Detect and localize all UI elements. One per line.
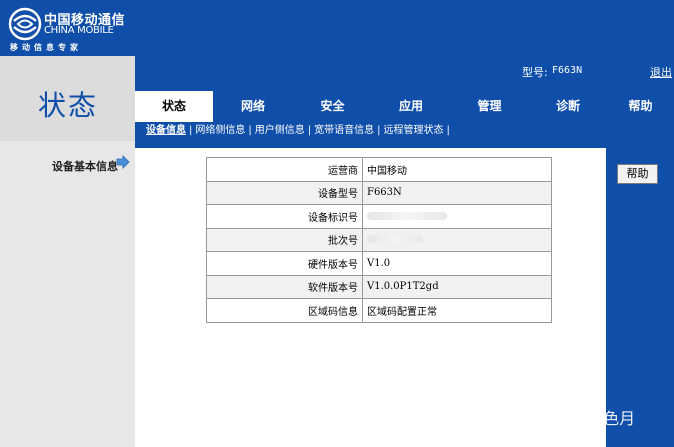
brand-name-en: CHINA MOBILE: [44, 25, 114, 36]
info-value: 中国移动: [362, 157, 552, 182]
table-row: 批次号: [206, 227, 552, 252]
tab-status[interactable]: 状态: [135, 91, 213, 122]
header-bar: 中国移动通信 CHINA MOBILE 移动信息专家: [0, 0, 674, 56]
table-row: 区域码信息 区域码配置正常: [206, 298, 552, 323]
subnav-user-info[interactable]: 用户侧信息: [255, 125, 305, 136]
redacted-value: [367, 211, 447, 220]
info-key: 硬件版本号: [206, 251, 363, 276]
info-key: 区域码信息: [206, 298, 363, 323]
info-value: V1.0.0P1T2gd: [362, 274, 552, 299]
info-value: 区域码配置正常: [362, 298, 552, 323]
info-value: V1.0: [362, 251, 552, 276]
brand-slogan: 移动信息专家: [10, 43, 82, 52]
redacted-value: [367, 235, 423, 244]
help-button[interactable]: 帮助: [617, 164, 658, 184]
subnav-voice-info[interactable]: 宽带语音信息: [314, 125, 374, 136]
watermark: 知乎 @浅色月: [534, 409, 636, 428]
top-bar: [135, 56, 674, 84]
subnav-separator: |: [307, 125, 312, 136]
device-info-table: 运营商 中国移动 设备型号 F663N 设备标识号 批次号 硬件版本号 V1.0…: [206, 157, 552, 323]
info-key: 批次号: [206, 227, 363, 252]
subnav-separator: |: [446, 125, 450, 136]
model-label: 型号:: [522, 66, 548, 79]
page-title: 状态: [38, 89, 99, 122]
info-value-redacted: [362, 227, 552, 252]
tab-help[interactable]: 帮助: [607, 91, 674, 122]
subnav-device-info[interactable]: 设备信息: [146, 125, 186, 136]
table-row: 设备标识号: [206, 204, 552, 229]
info-key: 运营商: [206, 157, 363, 182]
subnav-separator: |: [189, 125, 193, 136]
sub-nav-strip: [135, 140, 674, 148]
china-mobile-logo: 中国移动通信 CHINA MOBILE 移动信息专家: [8, 5, 132, 52]
table-row: 软件版本号 V1.0.0P1T2gd: [206, 274, 552, 299]
info-key: 软件版本号: [206, 274, 363, 299]
tab-management[interactable]: 管理: [450, 91, 529, 122]
china-mobile-logo-icon: [8, 7, 42, 41]
sub-nav: 设备信息 | 网络侧信息 | 用户侧信息 | 宽带语音信息 | 远程管理状态 |: [146, 123, 453, 139]
info-value-redacted: [362, 204, 552, 229]
model-value: F663N: [552, 65, 583, 76]
info-key: 设备标识号: [206, 204, 363, 229]
subnav-network-info[interactable]: 网络侧信息: [195, 125, 245, 136]
sidebar-item-device-basic-info[interactable]: 设备基本信息: [52, 158, 118, 174]
subnav-separator: |: [377, 125, 381, 136]
table-row: 硬件版本号 V1.0: [206, 251, 552, 276]
tab-security[interactable]: 安全: [293, 91, 372, 122]
sidebar: [0, 141, 135, 447]
info-value: F663N: [362, 180, 552, 205]
table-row: 运营商 中国移动: [206, 157, 552, 182]
subnav-remote-mgmt[interactable]: 远程管理状态: [384, 125, 444, 136]
tab-network[interactable]: 网络: [213, 91, 293, 122]
subnav-separator: |: [248, 125, 252, 136]
table-row: 设备型号 F663N: [206, 180, 552, 205]
logout-link[interactable]: 退出: [650, 64, 672, 80]
right-help-column: [606, 148, 674, 447]
tab-application[interactable]: 应用: [372, 91, 450, 122]
arrow-right-icon: [116, 155, 130, 169]
tab-diagnostics[interactable]: 诊断: [529, 91, 607, 122]
info-key: 设备型号: [206, 180, 363, 205]
